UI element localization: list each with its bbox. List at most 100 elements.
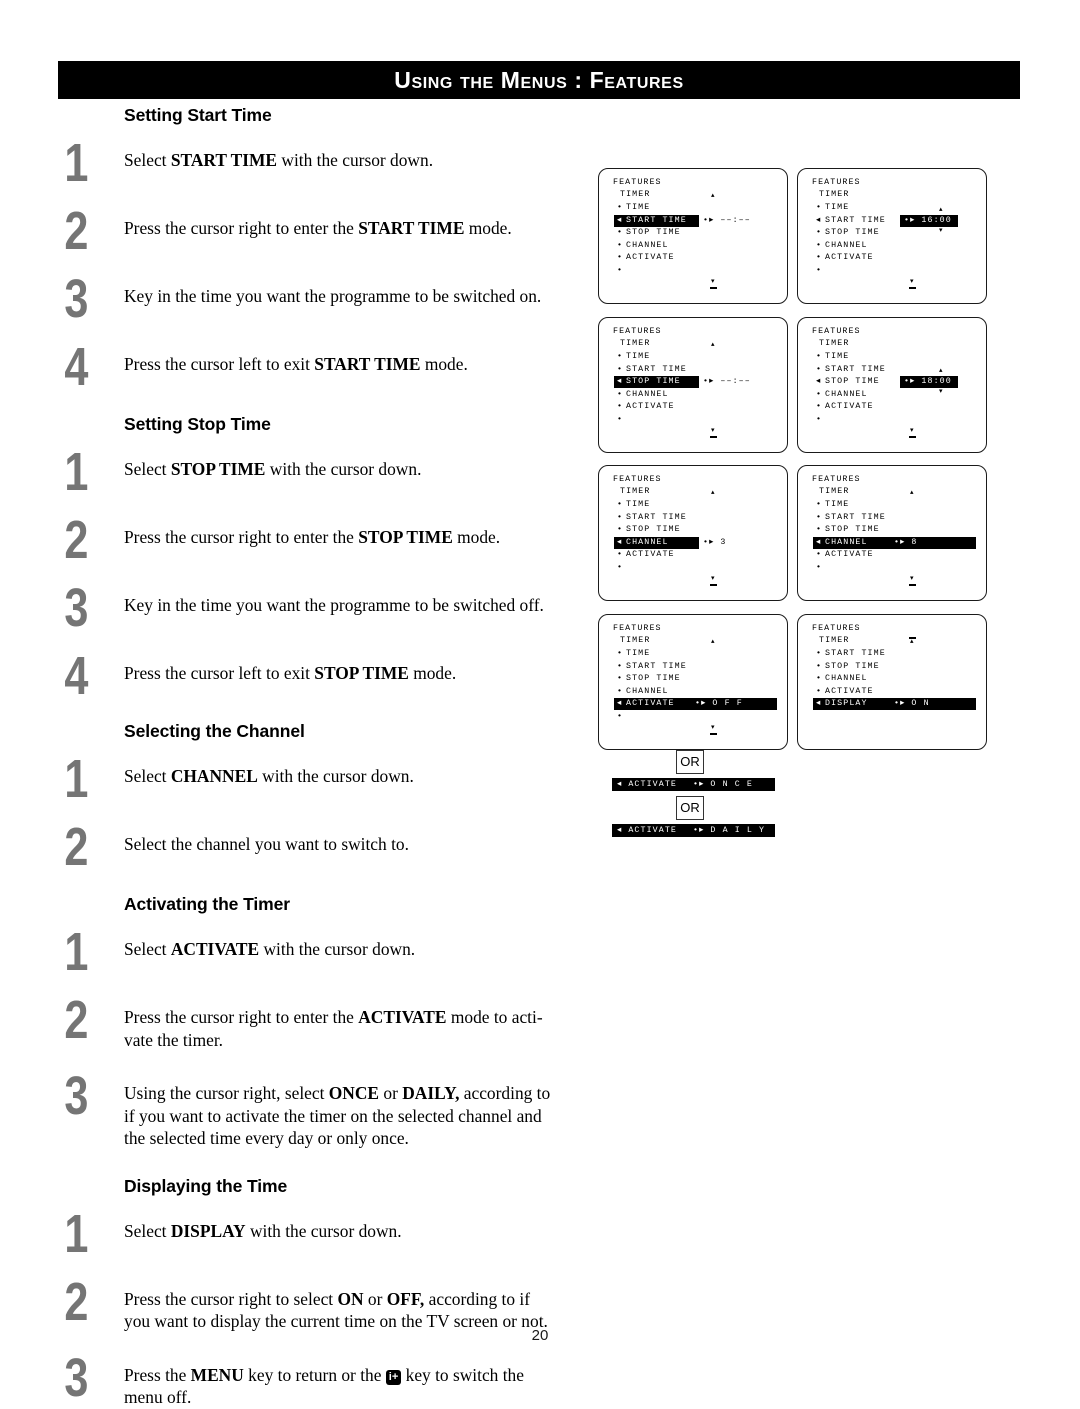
cursor-left-icon: ◂: [816, 377, 822, 387]
osd-item-blank[interactable]: •: [816, 414, 825, 426]
bullet-icon: •: [617, 240, 624, 250]
scroll-down-bar: [710, 584, 717, 586]
scroll-down-arrow-icon: ▾: [711, 724, 715, 732]
osd-item-blank[interactable]: •: [617, 265, 626, 277]
osd-item-start-time[interactable]: ◂ START TIME: [614, 214, 699, 227]
osd-subtitle: TIMER: [819, 487, 850, 496]
osd-item-blank[interactable]: •: [617, 414, 626, 426]
osd-screen-channel-8: FEATURES TIMER • TIME • START TIME • STOP TIME ◂…: [797, 465, 987, 601]
osd-item-stop-time[interactable]: • STOP TIME: [816, 661, 880, 673]
cursor-left-icon: ◂: [617, 537, 623, 547]
section-heading: Setting Stop Time: [124, 414, 271, 434]
osd-item-label: START TIME: [825, 649, 886, 658]
osd-item-start-time[interactable]: ◂ START TIME: [816, 215, 886, 227]
osd-item-channel[interactable]: • CHANNEL: [617, 686, 669, 698]
cursor-left-icon: ◂: [617, 699, 623, 709]
osd-title: FEATURES: [812, 624, 861, 633]
osd-value-channel-3[interactable]: •▸ 3: [703, 537, 727, 549]
osd-item-time[interactable]: • TIME: [617, 351, 650, 363]
osd-value-start-time-empty[interactable]: •▸ ––:––: [703, 215, 751, 227]
osd-item-label: STOP TIME: [626, 525, 681, 535]
step-number: 2: [64, 510, 89, 570]
osd-item-label: START TIME: [626, 512, 687, 522]
scroll-down-arrow-icon: ▾: [910, 278, 914, 286]
osd-item-activate[interactable]: • ACTIVATE: [617, 549, 675, 561]
osd-item-activate[interactable]: ◂ ACTIVATE •▸ O F F: [614, 698, 777, 711]
bullet-icon: •: [617, 712, 624, 721]
step-text: Select CHANNEL with the cursor down.: [124, 766, 414, 786]
scroll-up-arrow-icon: ▴: [711, 489, 715, 497]
step-text: Select STOP TIME with the cursor down.: [124, 459, 422, 479]
osd-item-time[interactable]: • TIME: [617, 648, 650, 660]
osd-item-blank[interactable]: •: [617, 562, 626, 574]
bullet-icon: •: [816, 674, 823, 684]
bullet-icon: •: [617, 389, 624, 399]
osd-item-blank[interactable]: •: [816, 265, 825, 277]
osd-item-stop-time[interactable]: ◂ STOP TIME: [614, 376, 699, 389]
osd-item-label: CHANNEL: [825, 674, 868, 684]
osd-value-start-time-1600[interactable]: •▸ 16:00: [900, 214, 958, 227]
osd-item-stop-time[interactable]: • STOP TIME: [617, 524, 681, 536]
bullet-icon: •: [816, 203, 823, 212]
osd-value-stop-time-empty[interactable]: •▸ ––:––: [703, 376, 751, 388]
instruction-step: 2 Select the channel you want to switch t…: [58, 820, 578, 874]
osd-item-start-time[interactable]: • START TIME: [617, 364, 687, 376]
osd-item-stop-time[interactable]: • STOP TIME: [816, 227, 880, 239]
bullet-icon: •: [617, 253, 624, 263]
osd-item-label: STOP TIME: [825, 525, 880, 535]
scroll-down-arrow-icon: ▾: [711, 427, 715, 435]
page-title: Using the Menus : Features: [394, 67, 684, 93]
osd-item-start-time[interactable]: • START TIME: [816, 364, 886, 376]
osd-item-channel[interactable]: • CHANNEL: [816, 673, 868, 685]
osd-item-time[interactable]: • TIME: [617, 202, 650, 214]
bullet-icon: •: [816, 686, 823, 696]
osd-item-display[interactable]: ◂ DISPLAY •▸ O N: [813, 698, 976, 711]
osd-item-label: ACTIVATE: [825, 253, 874, 263]
osd-item-label: STOP TIME: [825, 661, 880, 671]
step-number: 1: [64, 749, 89, 809]
section-heading: Setting Start Time: [124, 105, 272, 125]
osd-subtitle: TIMER: [819, 190, 850, 199]
osd-item-time[interactable]: • TIME: [617, 499, 650, 511]
osd-item-activate[interactable]: • ACTIVATE: [816, 401, 874, 413]
osd-item-channel[interactable]: • CHANNEL: [617, 240, 669, 252]
osd-screen-display-on: FEATURES TIMER • START TIME • STOP TIME • CHANN…: [797, 614, 987, 750]
bullet-icon: •: [617, 402, 624, 412]
osd-item-label: CHANNEL: [825, 240, 868, 250]
osd-item-blank[interactable]: •: [816, 562, 825, 574]
osd-item-channel[interactable]: ◂ CHANNEL: [614, 536, 699, 549]
osd-item-value: •▸ O F F: [695, 699, 743, 709]
osd-item-activate[interactable]: • ACTIVATE: [816, 549, 874, 561]
osd-item-activate[interactable]: • ACTIVATE: [816, 686, 874, 698]
osd-subtitle: TIMER: [819, 339, 850, 348]
bullet-icon: •: [816, 525, 823, 535]
osd-item-time[interactable]: • TIME: [816, 202, 849, 214]
osd-item-time[interactable]: • TIME: [816, 499, 849, 511]
osd-item-stop-time[interactable]: • STOP TIME: [816, 524, 880, 536]
osd-item-stop-time[interactable]: ◂ STOP TIME: [816, 376, 880, 388]
osd-item-time[interactable]: • TIME: [816, 351, 849, 363]
osd-item-channel[interactable]: • CHANNEL: [816, 240, 868, 252]
osd-value-stop-time-1800[interactable]: •▸ 18:00: [900, 376, 958, 389]
osd-item-stop-time[interactable]: • STOP TIME: [617, 673, 681, 685]
osd-item-label: DISPLAY: [825, 699, 868, 709]
osd-item-channel[interactable]: ◂ CHANNEL •▸ 8: [813, 536, 976, 549]
osd-item-start-time[interactable]: • START TIME: [816, 648, 886, 660]
osd-item-start-time[interactable]: • START TIME: [617, 512, 687, 524]
osd-title: FEATURES: [613, 624, 662, 633]
osd-item-start-time[interactable]: • START TIME: [617, 661, 687, 673]
osd-item-label: START TIME: [626, 364, 687, 374]
osd-item-channel[interactable]: • CHANNEL: [816, 389, 868, 401]
osd-item-blank[interactable]: •: [617, 711, 626, 723]
osd-item-activate[interactable]: • ACTIVATE: [617, 252, 675, 264]
osd-item-activate[interactable]: • ACTIVATE: [816, 252, 874, 264]
osd-item-label: TIME: [825, 203, 850, 212]
osd-item-label: TIME: [626, 500, 651, 509]
osd-item-stop-time[interactable]: • STOP TIME: [617, 227, 681, 239]
osd-item-channel[interactable]: • CHANNEL: [617, 389, 669, 401]
osd-item-activate[interactable]: • ACTIVATE: [617, 401, 675, 413]
scroll-up-arrow-icon: ▴: [711, 192, 715, 200]
step-text: Using the cursor right, select ONCE or D…: [124, 1083, 551, 1148]
osd-item-label: STOP TIME: [626, 674, 681, 684]
osd-item-start-time[interactable]: • START TIME: [816, 512, 886, 524]
